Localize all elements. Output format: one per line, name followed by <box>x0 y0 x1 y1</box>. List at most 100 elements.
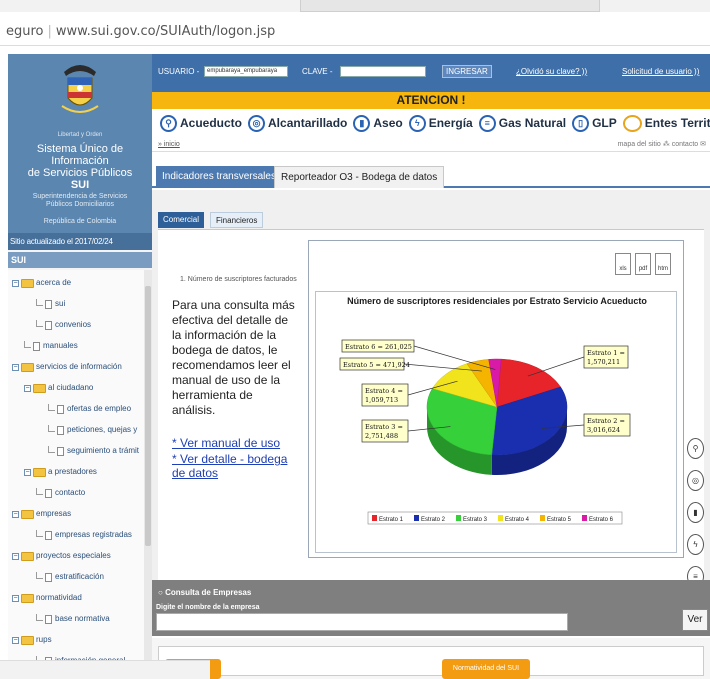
trash-icon[interactable]: ▮ <box>687 502 704 523</box>
sewer-icon[interactable]: ◎ <box>687 470 704 491</box>
tree-item[interactable]: peticiones, quejas y <box>48 423 137 437</box>
breadcrumb-home-link[interactable]: » inicio <box>158 141 180 148</box>
tree-item[interactable]: contacto <box>36 486 85 500</box>
normatividad-button[interactable]: Normatividad del SUI <box>442 659 530 679</box>
service-link[interactable]: ϟ Energía <box>408 114 473 132</box>
tree-item[interactable]: estratificación <box>36 570 104 584</box>
sidebar-sub-line1: Superintendencia de Servicios <box>32 193 128 200</box>
company-query-title: ○ Consulta de Empresas <box>158 588 251 597</box>
detail-link[interactable]: * Ver detalle - bodega de datos <box>172 452 302 480</box>
tree-branch-line <box>48 403 55 411</box>
tree-item-label: sui <box>55 299 66 308</box>
service-label: Energía <box>428 116 473 130</box>
tree-item-label: servicios de información <box>36 362 122 371</box>
document-icon <box>57 404 64 414</box>
tree-item[interactable]: − servicios de información <box>12 360 122 374</box>
tab-indicadores[interactable]: Indicadores transversales <box>156 166 282 188</box>
expand-toggle-icon[interactable]: − <box>12 594 19 602</box>
service-label: Acueducto <box>180 116 243 130</box>
browser-url-bar: eguro | www.sui.gov.co/SUIAuth/logon.jsp <box>0 0 710 46</box>
expand-toggle-icon[interactable]: − <box>24 384 31 392</box>
service-link[interactable]: ◎ Alcantarillado <box>248 114 348 132</box>
sewer-icon: ◎ <box>248 114 266 132</box>
tree-item-label: estratificación <box>55 572 104 581</box>
tree-item-label: normatividad <box>36 593 82 602</box>
pie-chart: Número de suscriptores residenciales por… <box>339 296 647 525</box>
export-pdf-button[interactable]: pdf <box>635 253 651 275</box>
service-link[interactable]: ≡ Gas Natural <box>478 114 567 132</box>
tree-item[interactable]: ofertas de empleo <box>48 402 131 416</box>
faucet-icon[interactable]: ⚲ <box>687 438 704 459</box>
tree-item[interactable]: sui <box>36 297 65 311</box>
service-link[interactable]: Entes Territoriales <box>622 114 710 132</box>
document-icon <box>33 341 40 351</box>
sidebar-header: Libertad y Orden Sistema Único de Inform… <box>8 54 152 250</box>
expand-toggle-icon[interactable]: − <box>12 552 19 560</box>
service-label: Gas Natural <box>498 116 567 130</box>
legend-swatch-4 <box>498 515 503 521</box>
login-button[interactable]: INGRESAR <box>442 65 492 78</box>
energy-icon: ϟ <box>408 114 426 132</box>
tree-item[interactable]: convenios <box>36 318 91 332</box>
tree-item-label: empresas <box>36 509 72 518</box>
password-input[interactable] <box>340 66 426 77</box>
tree-branch-line <box>36 487 43 495</box>
export-xls-button[interactable]: xls <box>615 253 631 275</box>
service-link[interactable]: ▯ GLP <box>572 114 617 132</box>
request-user-link[interactable]: Solicitud de usuario )) <box>622 67 699 76</box>
sidebar-subtitle: Superintendencia de Servicios Públicos D… <box>10 193 150 209</box>
chart-title: Número de suscriptores residenciales por… <box>347 296 647 306</box>
folder-icon <box>21 362 34 372</box>
data-label-2: Estrato 2 = 3,016,624 <box>587 417 625 434</box>
manual-link[interactable]: * Ver manual de uso <box>172 436 302 450</box>
password-label: CLAVE - <box>302 67 333 76</box>
sitemap-link[interactable]: mapa del sitio <box>618 141 661 148</box>
forgot-password-link[interactable]: ¿Olvidó su clave? )) <box>516 67 587 76</box>
company-query-hint: Digite el nombre de la empresa <box>156 604 260 611</box>
expand-toggle-icon[interactable]: − <box>12 510 19 518</box>
url-field[interactable]: eguro | www.sui.gov.co/SUIAuth/logon.jsp <box>6 24 275 39</box>
service-link[interactable]: ⚲ Acueducto <box>160 114 243 132</box>
faucet-icon: ⚲ <box>160 114 177 132</box>
ver-button[interactable]: Ver <box>682 609 708 631</box>
url-security-text: eguro <box>6 24 44 39</box>
mail-icon: ✉ <box>700 141 706 148</box>
company-query-section: ○ Consulta de Empresas Digite el nombre … <box>152 580 710 636</box>
data-label-leader-1 <box>527 356 585 377</box>
user-input[interactable]: empubaraya_empubaraya <box>204 66 288 77</box>
sidebar-title-line2: de Servicios Públicos <box>27 167 133 179</box>
tree-item-label: ofertas de empleo <box>67 404 132 413</box>
service-link[interactable]: ▮ Aseo <box>353 114 403 132</box>
expand-toggle-icon[interactable]: − <box>12 279 19 287</box>
tab-reporteador[interactable]: Reporteador O3 - Bodega de datos <box>274 166 445 188</box>
tree-item[interactable]: − a prestadores <box>24 465 97 479</box>
subtab-financieros[interactable]: Financieros <box>210 212 264 228</box>
tree-item[interactable]: − al ciudadano <box>24 381 93 395</box>
tree-item[interactable]: − normatividad <box>12 591 82 605</box>
tree-item[interactable]: − empresas <box>12 507 71 521</box>
horizontal-scrollbar[interactable] <box>0 660 210 679</box>
service-label: Alcantarillado <box>268 116 348 130</box>
indicator-pane: 1. Número de suscriptores facturados Par… <box>158 230 704 580</box>
expand-toggle-icon[interactable]: − <box>12 363 19 371</box>
tree-item[interactable]: − acerca de <box>12 276 71 290</box>
tree-item[interactable]: empresas registradas <box>36 528 132 542</box>
tree-item[interactable]: − proyectos especiales <box>12 549 111 563</box>
subtab-comercial[interactable]: Comercial <box>158 212 205 228</box>
document-icon <box>45 614 52 624</box>
company-name-input[interactable] <box>156 613 568 631</box>
tree-item[interactable]: − rups <box>12 633 52 647</box>
radio-icon[interactable]: ○ <box>158 588 165 597</box>
expand-toggle-icon[interactable]: − <box>12 636 19 644</box>
legend-swatch-6 <box>582 515 587 521</box>
tree-branch-line <box>48 445 55 453</box>
browser-tab[interactable] <box>300 0 600 12</box>
tree-item[interactable]: manuales <box>24 339 78 353</box>
contact-link[interactable]: contacto <box>672 141 698 148</box>
export-htm-button[interactable]: htm <box>655 253 671 275</box>
sidebar-scrollbar-thumb[interactable] <box>145 286 151 546</box>
tree-item[interactable]: base normativa <box>36 612 110 626</box>
tree-item[interactable]: seguimiento a trámit <box>48 444 139 458</box>
energy-icon[interactable]: ϟ <box>687 534 704 555</box>
expand-toggle-icon[interactable]: − <box>24 468 31 476</box>
